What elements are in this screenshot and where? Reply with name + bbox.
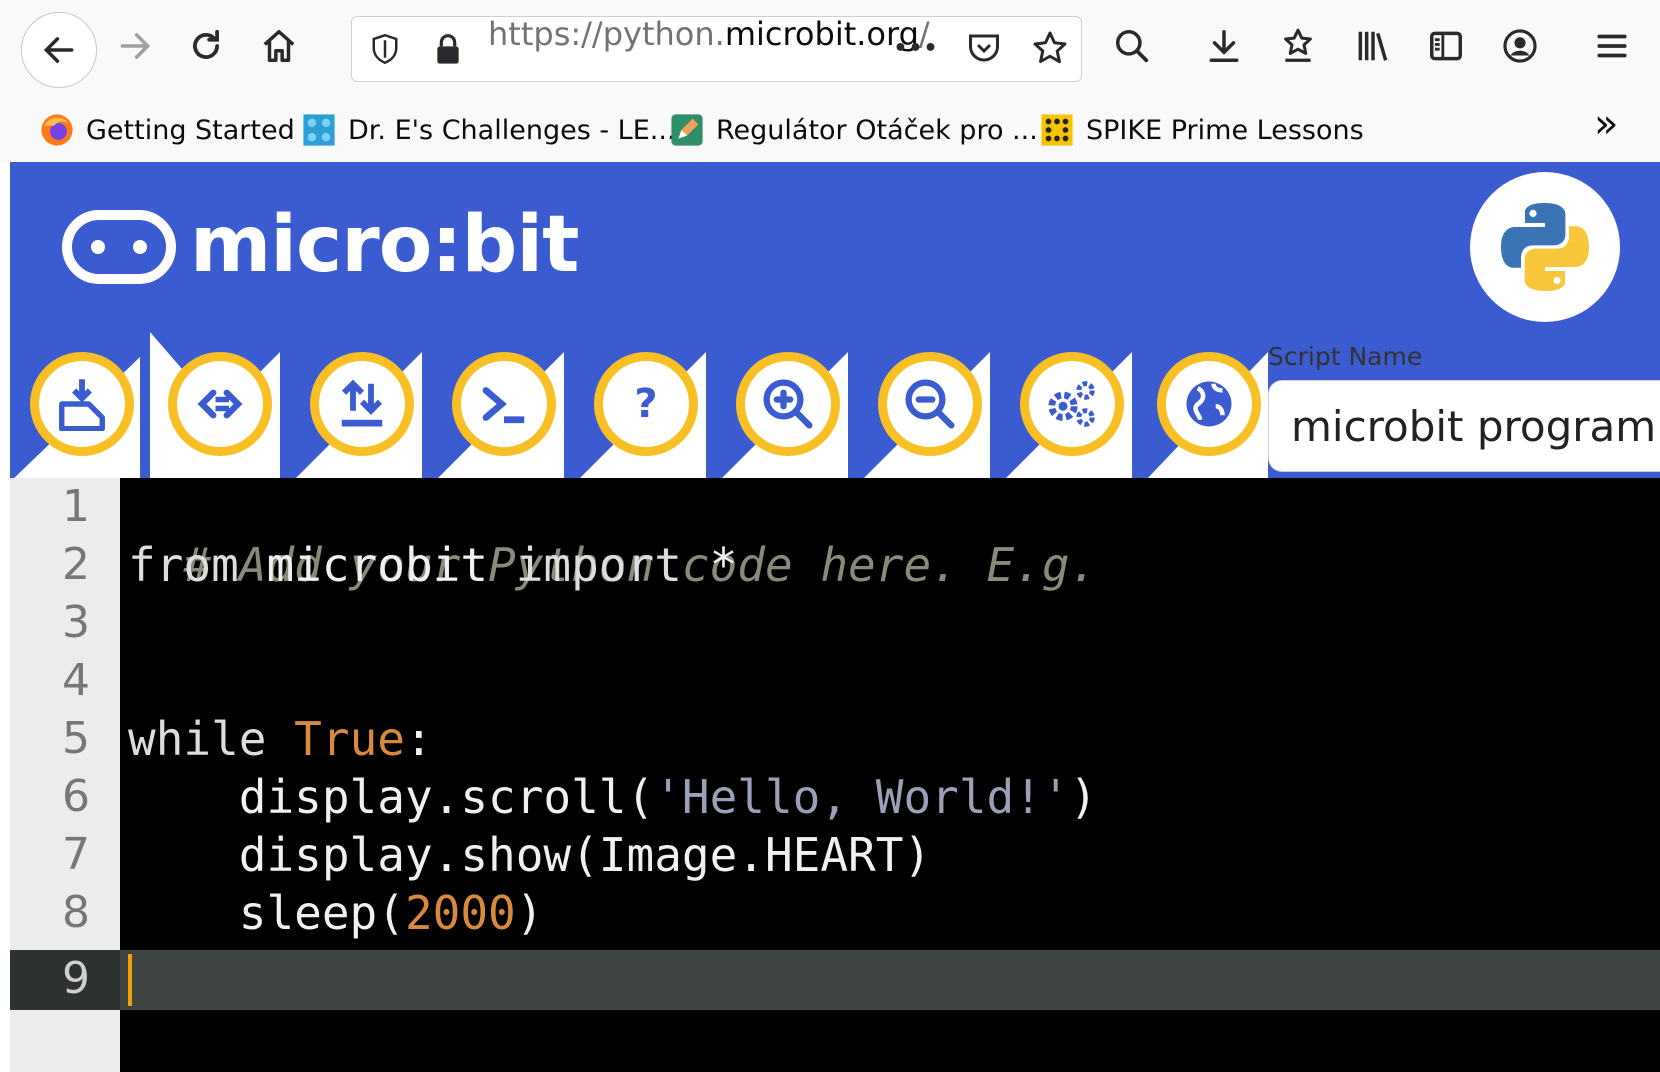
gear-icon bbox=[1048, 381, 1095, 427]
reload-icon bbox=[193, 29, 219, 59]
zoom-out-button[interactable] bbox=[878, 352, 982, 456]
code-keyword: import bbox=[515, 538, 682, 592]
code-string: 'Hello, World!' bbox=[654, 770, 1070, 824]
code-line-2[interactable]: from microbit import * bbox=[128, 536, 737, 594]
code-constant: True bbox=[266, 712, 405, 766]
code-line-6[interactable]: display.scroll('Hello, World!') bbox=[128, 768, 1098, 826]
zoom-in-button[interactable] bbox=[736, 352, 840, 456]
library-icon bbox=[1358, 31, 1388, 61]
download-button[interactable] bbox=[30, 352, 134, 456]
python-icon bbox=[1501, 203, 1589, 291]
line-number-active: 9 bbox=[62, 953, 90, 1004]
code-text: : bbox=[404, 712, 433, 766]
terminal-icon bbox=[482, 387, 525, 424]
settings-button[interactable] bbox=[1020, 352, 1124, 456]
account-icon bbox=[1503, 29, 1537, 63]
hamburger-menu-icon bbox=[1597, 34, 1627, 58]
downloads-button[interactable] bbox=[1192, 14, 1256, 78]
line-number: 3 bbox=[62, 597, 90, 648]
line-number: 1 bbox=[62, 481, 90, 532]
active-line-highlight bbox=[10, 950, 1660, 1010]
sidebar-icon bbox=[1430, 31, 1462, 61]
help-icon: ? bbox=[634, 381, 658, 427]
pocket-icon[interactable] bbox=[961, 26, 1007, 70]
connect-icon bbox=[197, 389, 243, 419]
code-text: display.show(Image.HEART) bbox=[128, 828, 932, 882]
bookmark-label: Getting Started bbox=[86, 114, 295, 146]
firefox-icon bbox=[41, 114, 73, 146]
pencil-icon bbox=[671, 114, 703, 146]
script-name-input[interactable] bbox=[1268, 380, 1660, 472]
code-text: display.scroll( bbox=[128, 770, 655, 824]
app-menu-button[interactable] bbox=[1580, 14, 1644, 78]
code-module: microbit bbox=[238, 538, 516, 592]
microbit-face-icon bbox=[62, 210, 176, 284]
bookmark-label: Regulátor Otáček pro ... bbox=[716, 114, 1038, 146]
line-number: 8 bbox=[62, 887, 90, 938]
forward-button[interactable] bbox=[103, 14, 167, 78]
code-line-8[interactable]: sleep(2000) bbox=[128, 884, 544, 942]
download-arrow-icon bbox=[1209, 30, 1239, 62]
bookmark-star-icon[interactable] bbox=[1027, 26, 1073, 70]
load-save-button[interactable] bbox=[310, 352, 414, 456]
dice-icon bbox=[1041, 114, 1073, 146]
code-line-5[interactable]: while True: bbox=[128, 710, 433, 768]
bookmark-getting-started[interactable]: Getting Started bbox=[40, 110, 295, 150]
search-icon bbox=[1116, 30, 1149, 63]
page-actions-menu-button[interactable]: ••• bbox=[893, 26, 939, 70]
globe-icon bbox=[1186, 381, 1232, 427]
bookmark-regulator[interactable]: Regulátor Otáček pro ... bbox=[670, 110, 1038, 150]
forward-arrow-icon bbox=[120, 33, 151, 59]
search-button[interactable] bbox=[1100, 14, 1164, 78]
bookmark-dr-e-challenges[interactable]: Dr. E's Challenges - LE... bbox=[302, 110, 676, 150]
download-icon bbox=[59, 379, 105, 431]
line-number: 7 bbox=[62, 829, 90, 880]
code-keyword: from bbox=[128, 538, 239, 592]
home-button[interactable] bbox=[247, 14, 311, 78]
account-button[interactable] bbox=[1488, 14, 1552, 78]
load-save-icon bbox=[341, 379, 383, 427]
line-number: 6 bbox=[62, 771, 90, 822]
navigation-toolbar: https://python.microbit.org/ ••• bbox=[0, 0, 1660, 90]
back-arrow-icon bbox=[43, 37, 74, 63]
bookmark-spike-prime[interactable]: SPIKE Prime Lessons bbox=[1040, 110, 1364, 150]
star-list-icon bbox=[1284, 28, 1312, 62]
line-number: 2 bbox=[62, 539, 90, 590]
zoom-in-icon bbox=[763, 379, 813, 429]
bookmarks-menu-button[interactable] bbox=[1266, 14, 1330, 78]
script-name-label: Script Name bbox=[1268, 342, 1423, 371]
bookmark-label: SPIKE Prime Lessons bbox=[1086, 114, 1364, 146]
bookmarks-overflow-button[interactable]: » bbox=[1594, 101, 1618, 147]
logo-text: micro:bit bbox=[190, 200, 579, 290]
tracking-protection-icon[interactable] bbox=[365, 27, 405, 71]
code-text: ) bbox=[515, 886, 544, 940]
reload-button[interactable] bbox=[174, 14, 238, 78]
url-text[interactable]: https://python.microbit.org/ bbox=[488, 14, 930, 54]
zoom-out-icon bbox=[905, 379, 955, 429]
lego-icon bbox=[303, 114, 335, 146]
code-number: 2000 bbox=[404, 886, 516, 940]
text-cursor bbox=[128, 954, 132, 1006]
back-button[interactable] bbox=[21, 12, 97, 88]
code-text: sleep( bbox=[128, 886, 405, 940]
line-number: 5 bbox=[62, 713, 90, 764]
code-keyword: while bbox=[128, 712, 267, 766]
language-button[interactable] bbox=[1157, 352, 1261, 456]
code-line-7[interactable]: display.show(Image.HEART) bbox=[128, 826, 931, 884]
help-button[interactable]: ? bbox=[594, 352, 698, 456]
library-button[interactable] bbox=[1341, 14, 1405, 78]
home-icon bbox=[263, 30, 295, 62]
repl-button[interactable] bbox=[452, 352, 556, 456]
python-logo bbox=[1470, 172, 1620, 322]
sidebar-toggle-button[interactable] bbox=[1414, 14, 1478, 78]
code-text: ) bbox=[1069, 770, 1098, 824]
lock-icon[interactable] bbox=[430, 27, 466, 71]
connect-button[interactable] bbox=[168, 352, 272, 456]
code-text: * bbox=[681, 538, 738, 592]
line-number: 4 bbox=[62, 655, 90, 706]
bookmark-label: Dr. E's Challenges - LE... bbox=[348, 114, 676, 146]
